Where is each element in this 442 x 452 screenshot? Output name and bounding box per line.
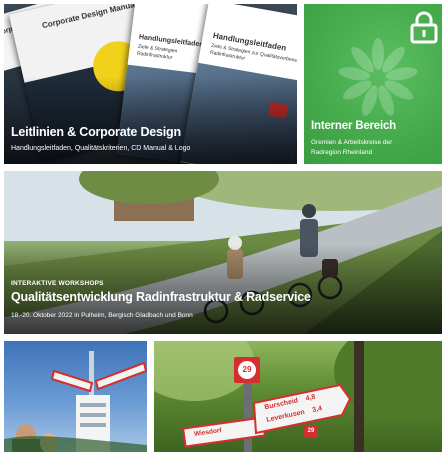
signpost-icon bbox=[4, 351, 147, 452]
tile-title: Qualitätsentwicklung Radinfrastruktur & … bbox=[11, 290, 311, 304]
tile-interner-bereich[interactable]: Interner Bereich Gremien & Arbeitskreise… bbox=[304, 4, 442, 164]
tile-title: Leitlinien & Corporate Design bbox=[11, 125, 181, 139]
tile-title: Interner Bereich bbox=[311, 120, 396, 132]
tile-subtitle: 18.-20. Oktober 2022 in Pulheim, Bergisc… bbox=[11, 312, 193, 319]
route-number-badge: 29 bbox=[242, 365, 252, 374]
tile-kicker: INTERAKTIVE WORKSHOPS bbox=[11, 280, 104, 287]
tile-route-sign-photo[interactable]: 29 Burscheid 4,8 Leverkusen 3,4 Wiesdorf… bbox=[154, 341, 442, 452]
tile-subtitle: Gremien & Arbeitskreise der Radregion Rh… bbox=[311, 139, 393, 156]
lock-icon bbox=[410, 11, 438, 44]
tile-subtitle: Handlungsleitfaden, Qualitätskriterien, … bbox=[11, 145, 191, 152]
tile-leitlinien-corporate-design[interactable]: Corporate Design Manual Corporate Design… bbox=[4, 4, 297, 164]
route-number-small: 29 bbox=[304, 425, 318, 437]
tile-signpost-photo[interactable] bbox=[4, 341, 147, 452]
tile-workshops[interactable]: INTERAKTIVE WORKSHOPS Qualitätsentwicklu… bbox=[4, 171, 442, 334]
